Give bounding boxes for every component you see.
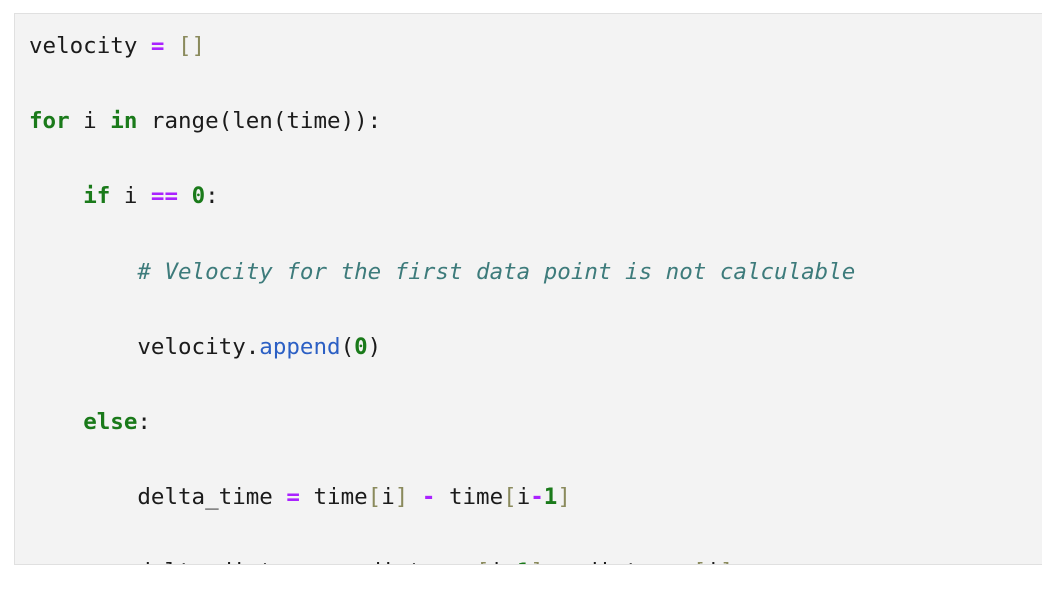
code-token-kw: else (83, 408, 138, 435)
code-token-brk: [ (693, 559, 707, 564)
code-line: # Velocity for the first data point is n… (29, 254, 1042, 292)
code-line: delta_distance = distance[i-1] - distanc… (29, 554, 1042, 564)
code-token-op: = (150, 33, 165, 59)
code-token-op: == (150, 183, 179, 210)
code-line: for i in range(len(time)): (29, 103, 1042, 141)
code-token-brk: [ (367, 484, 382, 511)
code-token-brk: [] (178, 33, 206, 59)
code-token-pun (137, 33, 151, 59)
code-token-fn: append (259, 333, 341, 360)
code-block[interactable]: velocity = [] for i in range(len(time)):… (14, 13, 1042, 565)
code-token-nm: i (69, 108, 111, 135)
code-token-nm: velocity (29, 33, 138, 59)
code-token-num: 0 (354, 333, 368, 360)
code-line: delta_time = time[i] - time[i-1] (29, 479, 1042, 517)
code-line: velocity = [] (29, 28, 1042, 66)
code-token-brk: [ (476, 559, 490, 564)
code-token-nm: time (299, 484, 368, 511)
code-token-cm: # Velocity for the first data point is n… (137, 258, 856, 285)
code-token-nm: delta_distance (137, 559, 340, 564)
code-token-pun: ( (340, 333, 355, 360)
code-token-brk: ] (720, 559, 734, 564)
code-token-op: - (530, 484, 544, 511)
code-token-brk: ] (530, 559, 544, 564)
code-content[interactable]: velocity = [] for i in range(len(time)):… (15, 14, 1042, 564)
code-token-nm: i (490, 559, 504, 564)
code-token-op: = (286, 484, 300, 511)
code-token-kw: for (29, 108, 70, 135)
code-token-brk: ] (394, 484, 409, 511)
code-line: velocity.append(0) (29, 329, 1042, 367)
code-token-op: = (341, 559, 355, 564)
code-token-nm: i (110, 183, 151, 210)
code-token-num: 1 (543, 484, 558, 511)
code-token-kw: if (83, 183, 111, 210)
code-token-pun (408, 484, 422, 510)
code-token-nm: delta_time (137, 484, 287, 511)
code-token-nm: time (435, 484, 504, 511)
code-token-num: 1 (517, 559, 531, 564)
code-token-nm: distance (571, 559, 692, 564)
code-token-pun (164, 33, 178, 59)
code-token-brk: [ (503, 484, 517, 511)
code-token-pun (544, 559, 558, 564)
code-token-op: - (503, 559, 517, 564)
code-token-pun: : (137, 408, 151, 435)
code-token-op: - (557, 559, 571, 564)
code-token-nm: distance (354, 559, 476, 564)
code-token-kw: in (110, 108, 138, 135)
code-line: if i == 0: (29, 178, 1042, 216)
code-token-nm: range(len(time)): (137, 108, 382, 135)
code-token-pun: ) (367, 333, 382, 360)
code-token-pun (178, 183, 192, 209)
code-token-num: 0 (191, 183, 206, 210)
code-token-nm: i (516, 484, 531, 511)
code-token-nm: velocity. (137, 333, 260, 360)
code-token-brk: ] (557, 484, 571, 511)
code-line: else: (29, 404, 1042, 442)
code-token-nm: i (706, 559, 720, 564)
code-token-op: - (421, 484, 436, 511)
code-token-nm: i (381, 484, 395, 511)
code-token-pun: : (205, 183, 219, 210)
